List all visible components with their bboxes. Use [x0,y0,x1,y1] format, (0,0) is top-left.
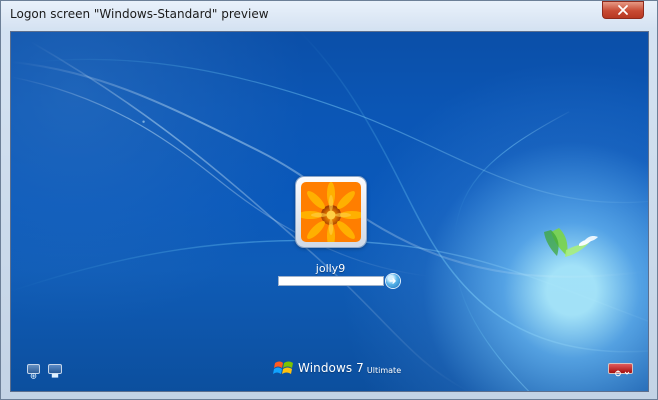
power-icon [615,370,630,377]
windows-edition-text: Ultimate [366,365,402,375]
display-settings-button[interactable] [48,364,62,378]
close-icon [617,1,629,20]
window-title: Logon screen "Windows-Standard" preview [10,7,269,21]
user-avatar[interactable] [296,177,366,247]
windows-product-text: Windows 7 [298,361,364,375]
avatar-picture [301,182,361,242]
ease-of-access-button[interactable] [27,364,40,379]
logon-screen-preview: jolly9 Windows 7 Ultimate [10,31,649,392]
username-label: jolly9 [315,262,346,275]
close-button[interactable] [602,1,644,19]
submit-button[interactable] [386,274,400,288]
preview-window: Logon screen "Windows-Standard" preview [0,0,658,400]
display-icon [51,373,59,378]
window-titlebar: Logon screen "Windows-Standard" preview [1,1,657,28]
password-input[interactable] [278,276,384,286]
flower-avatar-image [301,182,361,242]
arrow-right-icon [389,278,396,284]
windows-branding: Windows 7 Ultimate [273,359,401,377]
power-button[interactable] [608,363,633,377]
ease-of-access-icon [30,373,37,379]
windows-logo-icon [273,361,293,374]
